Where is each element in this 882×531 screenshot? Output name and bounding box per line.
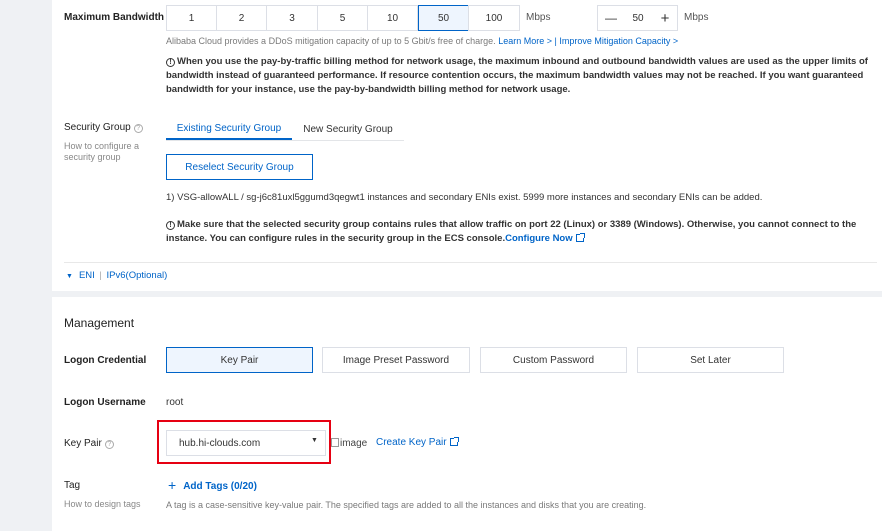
ddos-text: Alibaba Cloud provides a DDoS mitigation…	[166, 36, 496, 46]
caret-down-icon: ▼	[66, 273, 73, 280]
create-key-pair-link[interactable]: Create Key Pair	[376, 437, 459, 448]
bandwidth-option-3[interactable]: 3	[266, 5, 318, 31]
create-key-pair-text: Create Key Pair	[376, 437, 447, 448]
add-tags-button[interactable]: + Add Tags (0/20)	[168, 477, 257, 493]
tag-help-link[interactable]: How to design tags	[64, 499, 141, 510]
ddos-hint: Alibaba Cloud provides a DDoS mitigation…	[166, 36, 678, 46]
tab-existing-security-group[interactable]: Existing Security Group	[166, 118, 292, 140]
bandwidth-option-5[interactable]: 5	[317, 5, 368, 31]
help-icon[interactable]: ?	[104, 440, 114, 449]
tabs-divider	[166, 140, 404, 141]
stepper-plus-button[interactable]: +	[652, 6, 678, 30]
bandwidth-option-50[interactable]: 50	[418, 5, 469, 31]
ipv6-label: IPv6(Optional)	[106, 270, 168, 281]
logon-username-label: Logon Username	[64, 397, 146, 408]
stepper-minus-button[interactable]: —	[598, 6, 624, 30]
bandwidth-option-2[interactable]: 2	[216, 5, 267, 31]
logon-option-image-preset-password[interactable]: Image Preset Password	[322, 347, 470, 373]
bandwidth-stepper: — 50 +	[597, 5, 678, 31]
eni-divider	[64, 262, 877, 263]
logon-credential-label: Logon Credential	[64, 355, 147, 366]
logon-option-key-pair[interactable]: Key Pair	[166, 347, 313, 373]
external-link-icon	[449, 437, 459, 446]
tab-new-security-group[interactable]: New Security Group	[292, 118, 404, 140]
configure-now-link[interactable]: Configure Now	[505, 233, 573, 244]
add-tags-text: Add Tags (0/20)	[183, 481, 257, 492]
info-icon: !	[166, 221, 175, 230]
eni-expander[interactable]: ▼ ENI | IPv6(Optional)	[66, 270, 167, 281]
key-pair-label: Key Pair?	[64, 438, 114, 449]
plus-icon: +	[168, 477, 177, 493]
bandwidth-notice-text: When you use the pay-by-traffic billing …	[166, 56, 868, 95]
tag-hint: A tag is a case-sensitive key-value pair…	[166, 500, 647, 510]
bandwidth-notice: ! When you use the pay-by-traffic billing…	[166, 55, 871, 97]
improve-mitigation-link[interactable]: Improve Mitigation Capacity >	[559, 36, 678, 46]
bandwidth-option-100[interactable]: 100	[468, 5, 520, 31]
bandwidth-option-1[interactable]: 1	[166, 5, 217, 31]
logon-option-set-later[interactable]: Set Later	[637, 347, 784, 373]
external-link-icon	[575, 233, 585, 242]
logon-username-value: root	[166, 397, 184, 408]
logon-option-custom-password[interactable]: Custom Password	[480, 347, 627, 373]
eni-separator: |	[99, 270, 102, 281]
eni-label: ENI	[78, 270, 95, 281]
key-pair-label-text: Key Pair	[64, 438, 102, 449]
security-group-help-link[interactable]: How to configure a security group	[64, 141, 159, 163]
stepper-unit: Mbps	[684, 12, 709, 23]
broken-image-icon	[331, 438, 339, 447]
security-group-label: Security Group?	[64, 122, 143, 133]
broken-image-alt: image	[340, 438, 368, 449]
security-group-label-text: Security Group	[64, 122, 131, 133]
bandwidth-option-10[interactable]: 10	[367, 5, 418, 31]
management-panel	[52, 297, 882, 531]
help-icon[interactable]: ?	[133, 124, 143, 133]
management-title: Management	[64, 316, 135, 330]
broken-image: image	[331, 438, 367, 449]
stepper-value-input[interactable]: 50	[624, 6, 652, 30]
reselect-security-group-button[interactable]: Reselect Security Group	[166, 154, 313, 180]
key-pair-select[interactable]: hub.hi-clouds.com ▼	[166, 430, 326, 456]
key-pair-selected-value: hub.hi-clouds.com	[179, 438, 261, 449]
bandwidth-label: Maximum Bandwidth	[64, 12, 165, 23]
chevron-down-icon: ▼	[311, 437, 318, 444]
security-group-info: 1) VSG-allowALL / sg-j6c81uxl5ggumd3qegw…	[166, 192, 763, 203]
learn-more-link[interactable]: Learn More >	[498, 36, 552, 46]
tag-label: Tag	[64, 480, 81, 491]
info-icon: !	[166, 58, 175, 67]
bandwidth-unit: Mbps	[526, 12, 551, 23]
security-group-notice: ! Make sure that the selected security gr…	[166, 218, 871, 246]
